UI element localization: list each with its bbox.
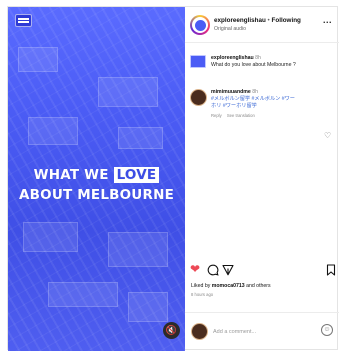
media-headline: WHAT WE LOVE ABOUT MELBOURNE [8,167,185,204]
smiley-icon: ☺ [323,326,331,333]
share-icon [222,264,234,276]
media-detail [98,77,158,107]
media-detail [18,47,58,72]
action-bar: ❤ [185,262,339,282]
heart-filled-icon: ❤ [190,262,201,276]
brand-logo [15,14,32,27]
author-line: exploreenglishau • Following [214,17,301,24]
post-dialog: WHAT WE LOVE ABOUT MELBOURNE 🔇 exploreen… [7,6,339,351]
mute-button[interactable]: 🔇 [163,322,180,339]
comment-time: 8h [252,89,259,95]
comment-icon [207,264,219,276]
share-button[interactable] [222,262,234,279]
headline-highlight: LOVE [113,167,160,183]
headline-prefix: WHAT WE [33,167,109,183]
media-detail [48,282,118,307]
post-media[interactable]: WHAT WE LOVE ABOUT MELBOURNE 🔇 [8,7,185,351]
emoji-button[interactable]: ☺ [321,324,333,336]
more-options-button[interactable]: ... [323,15,332,25]
commenter-avatar[interactable] [190,89,207,106]
media-detail [108,232,168,267]
comment-time: 8h [255,55,261,61]
headline-line2: ABOUT MELBOURNE [19,187,174,203]
author-username[interactable]: exploreenglishau [214,17,266,24]
likes-prefix: Liked by [191,283,212,289]
caption-comment: exploreenglishau 8h What do you love abo… [185,55,339,89]
post-header: exploreenglishau • Following Original au… [185,7,339,43]
comment-hashtags-line1[interactable]: #メルボルン留学 #メルボルン #ワー [211,96,339,103]
comment-composer: ☺ [185,312,339,350]
comment-input[interactable] [213,327,313,337]
comment-like-heart-icon[interactable]: ♡ [324,131,331,140]
comment-actions: Reply See translation [211,113,339,118]
comment-item: mimimuuandme 8h #メルボルン留学 #メルボルン #ワー ホリ #… [185,89,339,118]
comment-username[interactable]: exploreenglishau [211,55,254,61]
see-translation-link[interactable]: See translation [227,113,255,118]
bookmark-icon [326,264,336,276]
likes-user[interactable]: momoca0713 [212,283,245,289]
likes-summary[interactable]: Liked by momoca0713 and others [191,283,271,289]
comment-button[interactable] [207,262,219,279]
mute-icon: 🔇 [165,325,178,335]
author-avatar[interactable] [190,15,210,35]
comment-text: What do you love about Melbourne ? [211,62,296,68]
post-sidebar: exploreenglishau • Following Original au… [185,7,339,351]
media-detail [118,127,163,149]
save-button[interactable] [326,262,336,279]
reply-link[interactable]: Reply [211,113,222,118]
audio-label[interactable]: Original audio [214,26,246,32]
media-detail [23,222,78,252]
current-user-avatar [191,323,208,340]
comment-hashtags-line2[interactable]: ホリ #ワーホリ留学 [211,103,339,110]
follow-status[interactable]: Following [272,17,301,24]
like-button[interactable]: ❤ [190,262,200,276]
comments-list: exploreenglishau 8h What do you love abo… [185,55,339,118]
media-detail [28,117,78,145]
media-detail [128,292,168,322]
caption-avatar[interactable] [190,55,206,68]
likes-suffix: and others [244,283,271,289]
comment-username[interactable]: mimimuuandme [211,89,251,95]
post-timestamp[interactable]: 8 hours ago [191,292,213,297]
